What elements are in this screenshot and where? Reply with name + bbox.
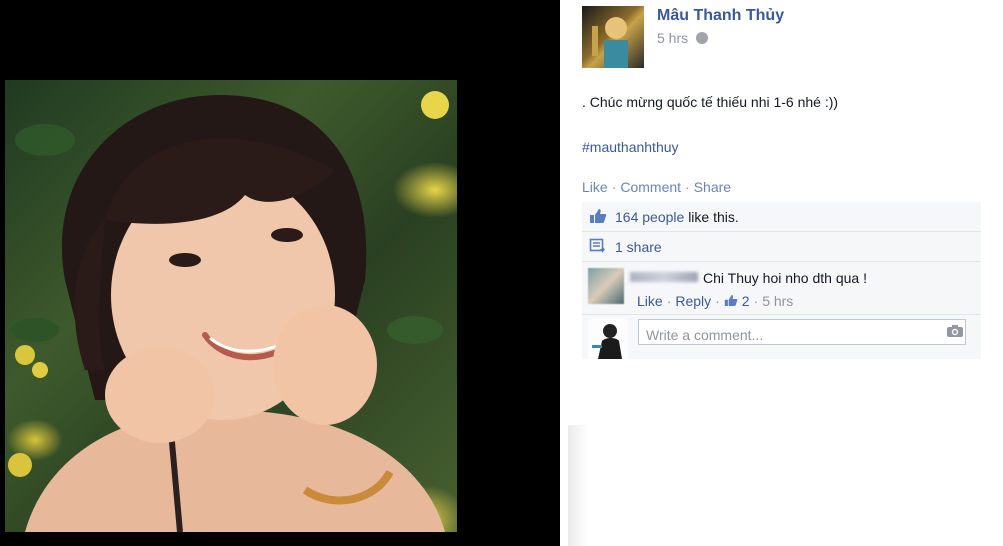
action-separator: · <box>611 179 617 195</box>
share-icon <box>589 238 607 257</box>
comment-timestamp[interactable]: 5 hrs <box>762 293 793 309</box>
post-actions: Like · Comment · Share <box>582 179 731 195</box>
comment-actions: Like · Reply · 2 · 5 hrs <box>637 293 793 310</box>
post-photo[interactable] <box>5 80 457 532</box>
comment-like-button[interactable]: Like <box>637 293 663 309</box>
author-name[interactable]: Mâu Thanh Thủy <box>657 7 784 25</box>
viewer-avatar <box>588 319 628 359</box>
commenter-avatar[interactable] <box>588 268 624 304</box>
post-panel: Mâu Thanh Thủy 5 hrs . Chúc mừng quốc tế… <box>560 0 1003 546</box>
hashtag-link[interactable]: #mauthanhthuy <box>582 139 679 155</box>
comment-text: Chi Thuy hoi nho dth qua ! <box>703 270 867 286</box>
comment-like-count[interactable]: 2 <box>724 293 750 309</box>
comment-separator: · <box>753 293 759 309</box>
likers-link[interactable]: 164 people <box>615 209 684 225</box>
comment-like-count-value: 2 <box>741 293 750 309</box>
shares-link[interactable]: 1 share <box>615 239 662 255</box>
thumbs-up-icon <box>589 208 607 227</box>
comment-separator: · <box>715 293 720 309</box>
action-separator: · <box>685 179 690 195</box>
comment-composer <box>582 315 981 359</box>
comment-input[interactable] <box>638 319 966 345</box>
post-timestamp[interactable]: 5 hrs <box>657 30 709 46</box>
shares-summary: 1 share <box>582 232 981 262</box>
share-button[interactable]: Share <box>694 179 731 195</box>
comment-separator: · <box>666 293 672 309</box>
thumbs-up-icon <box>724 294 738 310</box>
post-message: . Chúc mừng quốc tế thiếu nhi 1-6 nhé :)… <box>582 94 839 110</box>
camera-icon[interactable] <box>946 324 964 343</box>
comment-button[interactable]: Comment <box>620 179 681 195</box>
post-time[interactable]: 5 hrs <box>657 30 688 46</box>
photo-viewer <box>0 0 560 546</box>
likes-suffix: like this. <box>688 209 739 225</box>
child-portrait-illustration <box>8 91 449 532</box>
edge-artifact <box>568 425 588 546</box>
comment-reply-button[interactable]: Reply <box>675 293 711 309</box>
commenter-name-redacted[interactable] <box>630 272 698 282</box>
likes-summary: 164 people like this. <box>582 202 981 232</box>
viewer-avatar-image <box>588 319 628 359</box>
comment: Chi Thuy hoi nho dth qua ! Like · Reply · 2… <box>582 262 981 315</box>
globe-icon[interactable] <box>696 32 709 44</box>
author-avatar[interactable] <box>582 6 644 68</box>
like-button[interactable]: Like <box>582 179 608 195</box>
author-avatar-image <box>592 17 628 68</box>
feedback-box: 164 people like this. 1 share Chi Thuy h… <box>582 202 981 359</box>
